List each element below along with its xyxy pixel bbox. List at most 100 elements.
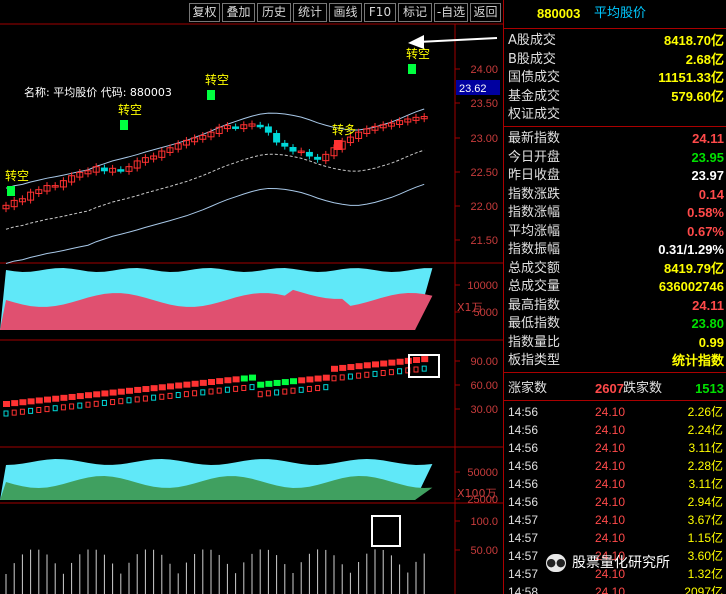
candle-body bbox=[305, 151, 313, 157]
signal-marker bbox=[408, 64, 416, 74]
indicator-bar bbox=[322, 374, 330, 381]
toolbar-button[interactable]: 统计 bbox=[293, 3, 327, 22]
index-name: 平均股价 bbox=[594, 6, 647, 21]
quote-row: A股成交 8418.70亿 bbox=[504, 32, 726, 50]
quote-value: 23.97 bbox=[691, 168, 724, 183]
tick-price: 24.10 bbox=[595, 513, 626, 527]
price-tick-label: 21.50 bbox=[470, 235, 498, 247]
indicator-candle bbox=[347, 373, 353, 380]
quote-row: 指数量比 0.99 bbox=[504, 334, 726, 352]
indicator-candle bbox=[397, 368, 403, 375]
quote-row: 国债成交 11151.33亿 bbox=[504, 69, 726, 87]
quote-label: 指数量比 bbox=[508, 334, 561, 350]
quote-value: 8419.79亿 bbox=[664, 260, 724, 276]
signal-label: 转空 bbox=[5, 168, 29, 183]
price-tick-label: 24.00 bbox=[470, 64, 498, 76]
quote-label: 板指类型 bbox=[508, 353, 561, 368]
tick-price: 24.10 bbox=[595, 495, 626, 509]
quote-value: 2.68亿 bbox=[685, 51, 724, 67]
breadth-row: 涨家数 2607 跌家数 1513 bbox=[504, 380, 726, 398]
toolbar-button[interactable]: 叠加 bbox=[222, 3, 255, 22]
amount-tick-label: 50000 bbox=[467, 467, 498, 479]
toolbar-button[interactable]: F10 bbox=[364, 3, 396, 22]
signal-marker bbox=[120, 120, 128, 130]
indicator-candle bbox=[28, 407, 34, 414]
indicator-candle bbox=[421, 365, 427, 372]
tick-price: 24.10 bbox=[595, 585, 626, 594]
quote-value: 11151.33亿 bbox=[658, 70, 724, 85]
indicator-candle bbox=[134, 396, 140, 403]
divider bbox=[504, 28, 726, 29]
indicator-candle bbox=[101, 399, 107, 406]
indicator-bar bbox=[68, 393, 76, 400]
tick-row: 14:56 24.10 2.28亿 bbox=[504, 457, 726, 475]
indicator-bar bbox=[27, 398, 35, 405]
toolbar-button[interactable]: 返回 bbox=[470, 3, 501, 22]
tick-row: 14:56 24.10 2.94亿 bbox=[504, 493, 726, 511]
indicator-tick-label: 30.00 bbox=[470, 404, 498, 416]
candle-body bbox=[314, 156, 322, 160]
quote-value: 0.99 bbox=[698, 334, 724, 350]
indicator-candle bbox=[372, 370, 378, 377]
indicator-candle bbox=[60, 404, 66, 411]
tick-time: 14:56 bbox=[508, 441, 539, 455]
tick-price: 24.10 bbox=[595, 477, 626, 491]
toolbar-button[interactable]: 标记 bbox=[398, 3, 432, 22]
divider bbox=[504, 126, 726, 127]
indicator-bar bbox=[347, 364, 355, 371]
tick-volume: 1.32亿 bbox=[687, 567, 723, 581]
candle-body bbox=[256, 124, 264, 128]
toolbar-button[interactable]: -自选 bbox=[434, 3, 468, 22]
toolbar-button[interactable]: 历史 bbox=[257, 3, 291, 22]
unit-label: X1万 bbox=[457, 301, 483, 314]
watermark-text: 股票量化研究所 bbox=[572, 555, 670, 571]
indicator-bar bbox=[331, 365, 338, 372]
indicator-candle bbox=[11, 409, 17, 416]
signal-marker bbox=[207, 90, 215, 100]
indicator-bar bbox=[273, 379, 281, 386]
indicator-bar bbox=[298, 377, 306, 384]
pointer-arrow bbox=[417, 37, 498, 43]
indicator-bar bbox=[109, 389, 117, 396]
tick-volume: 3.60亿 bbox=[687, 549, 723, 563]
tick-time: 14:56 bbox=[508, 477, 539, 491]
indicator-candle bbox=[167, 392, 173, 399]
indicator-candle bbox=[36, 406, 42, 413]
tick-price: 24.10 bbox=[595, 423, 626, 437]
toolbar-button[interactable]: 画线 bbox=[329, 3, 362, 22]
indicator-bar bbox=[363, 362, 371, 369]
indicator-bar bbox=[3, 401, 10, 407]
indicator-bar bbox=[60, 394, 68, 401]
bollinger-lower bbox=[5, 183, 425, 265]
quote-row: 指数振幅 0.31/1.29% bbox=[504, 241, 726, 259]
indicator-candle bbox=[3, 410, 9, 417]
volume-tick-label: 10000 bbox=[467, 280, 498, 292]
kline-chart-area[interactable]: 24.0023.5023.0022.5022.0021.501000050009… bbox=[0, 0, 503, 594]
quote-row: 指数涨跌 0.14 bbox=[504, 186, 726, 204]
quote-value: 统计指数 bbox=[671, 353, 724, 368]
quote-row: 权证成交 bbox=[504, 106, 726, 124]
tick-row: 14:56 24.10 2.26亿 bbox=[504, 403, 726, 421]
tick-price: 24.10 bbox=[595, 459, 626, 473]
indicator-bar bbox=[126, 387, 133, 394]
tick-volume: 2.94亿 bbox=[687, 495, 723, 509]
indicator-candle bbox=[159, 393, 165, 400]
indicator-candle bbox=[175, 392, 181, 399]
index-name-label: 名称: 平均股价 代码: 880003 bbox=[24, 85, 172, 99]
indicator-candle bbox=[233, 385, 239, 392]
tick-volume: 3.67亿 bbox=[687, 513, 723, 527]
oscillator-tick-label: 50.00 bbox=[470, 545, 498, 557]
indicator-candle bbox=[282, 388, 288, 395]
price-tick-label: 22.00 bbox=[470, 201, 498, 213]
tick-time: 14:57 bbox=[508, 549, 539, 563]
quote-panel: 880003 平均股价 A股成交 8418.70亿 B股成交 2.68亿 国债成交 111… bbox=[503, 0, 726, 594]
indicator-bar bbox=[199, 379, 207, 386]
toolbar-button[interactable]: 复权 bbox=[189, 3, 220, 22]
indicator-bar bbox=[19, 399, 27, 406]
quote-label: 权证成交 bbox=[508, 107, 561, 122]
indicator-bar bbox=[142, 386, 150, 393]
signal-marker bbox=[334, 140, 342, 150]
tick-time: 14:56 bbox=[508, 459, 539, 473]
indicator-candle bbox=[306, 385, 312, 392]
quote-row: 最新指数 24.11 bbox=[504, 130, 726, 148]
